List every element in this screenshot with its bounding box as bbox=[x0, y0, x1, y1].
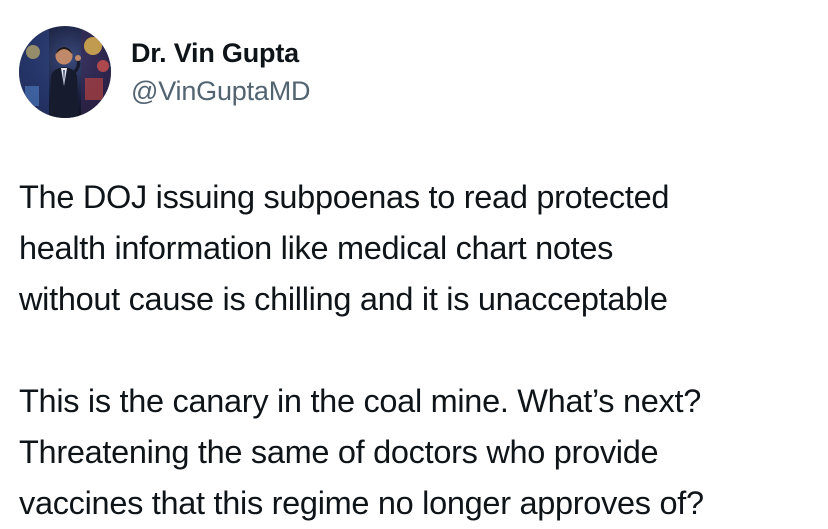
tweet-line: The DOJ issuing subpoenas to read protec… bbox=[19, 179, 670, 215]
tweet-line: Threatening the same of doctors who prov… bbox=[19, 434, 659, 470]
tweet-line: without cause is chilling and it is unac… bbox=[19, 281, 668, 317]
tweet-card: Dr. Vin Gupta @VinGuptaMD The DOJ issuin… bbox=[0, 0, 828, 523]
avatar[interactable] bbox=[19, 26, 111, 118]
tweet-line: This is the canary in the coal mine. Wha… bbox=[19, 383, 701, 419]
tweet-header: Dr. Vin Gupta @VinGuptaMD bbox=[19, 25, 310, 119]
tweet-line: vaccines that this regime no longer appr… bbox=[19, 485, 704, 521]
tweet-paragraph: The DOJ issuing subpoenas to read protec… bbox=[19, 172, 819, 325]
author-handle[interactable]: @VinGuptaMD bbox=[131, 75, 310, 107]
author-display-name[interactable]: Dr. Vin Gupta bbox=[131, 37, 310, 69]
author-identity[interactable]: Dr. Vin Gupta @VinGuptaMD bbox=[131, 37, 310, 107]
tweet-paragraph: This is the canary in the coal mine. Wha… bbox=[19, 376, 819, 529]
tweet-text: The DOJ issuing subpoenas to read protec… bbox=[19, 172, 819, 529]
tweet-line: health information like medical chart no… bbox=[19, 230, 614, 266]
profile-photo-icon bbox=[19, 26, 111, 118]
